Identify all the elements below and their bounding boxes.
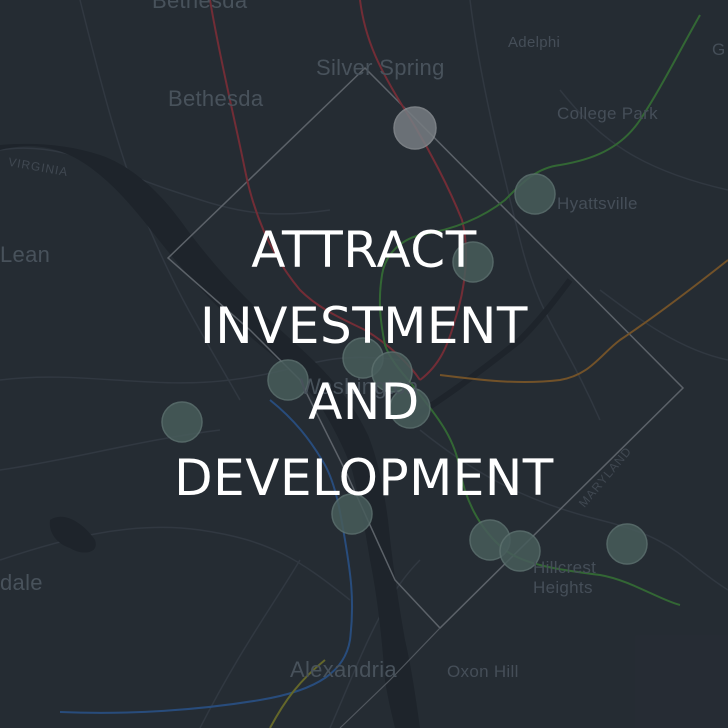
headline-line-1: ATTRACT <box>251 221 477 279</box>
headline-line-4: DEVELOPMENT <box>174 449 554 507</box>
headline: ATTRACT INVESTMENT AND DEVELOPMENT <box>0 212 728 516</box>
headline-line-3: AND <box>308 373 420 431</box>
headline-line-2: INVESTMENT <box>200 297 528 355</box>
map-tile[interactable]: Bethesda Adelphi Silver Spring Bethesda … <box>0 0 728 728</box>
